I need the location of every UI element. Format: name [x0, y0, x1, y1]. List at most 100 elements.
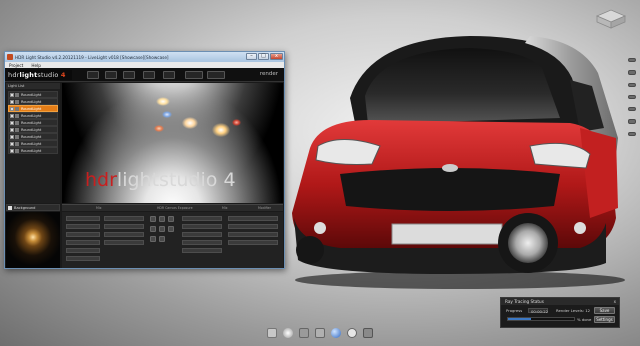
checkbox[interactable]	[10, 93, 14, 97]
film-strip-icon[interactable]	[185, 71, 203, 79]
light-swatch	[15, 121, 19, 125]
folder-icon[interactable]	[266, 328, 277, 338]
property-slider[interactable]	[104, 232, 144, 237]
checkbox[interactable]	[10, 107, 14, 111]
close-icon[interactable]: x	[614, 298, 616, 305]
property-slider[interactable]	[104, 240, 144, 245]
light-swatch	[15, 107, 19, 111]
light-properties-panel	[62, 212, 283, 268]
color-picker-icon[interactable]	[150, 216, 156, 222]
background-layer-row[interactable]: Background	[6, 204, 60, 211]
light-sources-icon[interactable]	[163, 71, 175, 79]
property-slider[interactable]	[182, 232, 222, 237]
maximize-button[interactable]: □	[258, 53, 269, 60]
property-field[interactable]	[66, 224, 100, 229]
menu-project[interactable]: Project	[9, 63, 23, 68]
progress-label: Progress	[506, 308, 523, 313]
property-field[interactable]	[66, 216, 100, 221]
close-button[interactable]: x	[270, 53, 283, 60]
lighting-icon[interactable]	[298, 328, 309, 338]
light-list-item[interactable]: RoundLight	[8, 119, 58, 126]
light-swatch	[15, 135, 19, 139]
split-view-icon[interactable]	[123, 71, 135, 79]
property-slider[interactable]	[182, 240, 222, 245]
minimize-button[interactable]: –	[246, 53, 257, 60]
car-render	[292, 36, 625, 289]
preset-icon[interactable]	[159, 216, 165, 222]
light-swatch	[15, 142, 19, 146]
checkbox[interactable]	[10, 149, 14, 153]
light-list-item[interactable]: RoundLight	[8, 140, 58, 147]
light-list-item[interactable]: RoundLight	[8, 91, 58, 98]
render-progress-bar	[507, 317, 575, 321]
canvas-controls-bar: Mix HDR Canvas Exposure Mix Modifier	[62, 204, 283, 211]
checkbox[interactable]	[10, 121, 14, 125]
settings-button[interactable]: Settings	[594, 316, 615, 323]
view-cube-icon[interactable]	[591, 4, 631, 30]
property-slider[interactable]	[104, 216, 144, 221]
ray-tracing-title[interactable]: Ray Tracing Status x	[501, 298, 619, 305]
blend-icon[interactable]	[168, 226, 174, 232]
checkbox[interactable]	[10, 142, 14, 146]
property-field[interactable]	[66, 240, 100, 245]
texture-icon[interactable]	[168, 216, 174, 222]
elapsed-time: 00:00:22	[531, 309, 549, 314]
render-icon[interactable]	[314, 328, 325, 338]
render-progress-fill	[508, 318, 532, 320]
light-spot[interactable]	[212, 123, 230, 137]
sphere-icon[interactable]	[330, 328, 341, 338]
elapsed-time-box: 00:00:22	[528, 308, 549, 314]
title-bar[interactable]: HDR Light Studio v4.2.20121119 - LiveLig…	[5, 52, 284, 62]
light-swatch	[15, 100, 19, 104]
checkbox[interactable]	[10, 100, 14, 104]
light-spot[interactable]	[154, 125, 164, 132]
property-field[interactable]	[228, 232, 278, 237]
property-field[interactable]	[228, 216, 278, 221]
light-swatch	[15, 114, 19, 118]
light-list-item-selected[interactable]: RoundLight	[8, 105, 58, 112]
canvas-view-icon[interactable]	[87, 71, 99, 79]
checkbox[interactable]	[10, 135, 14, 139]
light-list-item[interactable]: RoundLight	[8, 147, 58, 154]
property-slider[interactable]	[182, 216, 222, 221]
menu-help[interactable]: Help	[31, 63, 41, 68]
light-spot[interactable]	[182, 117, 198, 129]
light-spot[interactable]	[162, 111, 172, 118]
shape-icon[interactable]	[159, 226, 165, 232]
checkbox[interactable]	[8, 206, 12, 210]
gradient-icon[interactable]	[150, 226, 156, 232]
property-slider[interactable]	[182, 248, 222, 253]
light-swatch	[15, 93, 19, 97]
light-list-item[interactable]: RoundLight	[8, 112, 58, 119]
save-button[interactable]: Save	[594, 307, 615, 314]
light-spot[interactable]	[232, 119, 241, 126]
property-slider[interactable]	[182, 224, 222, 229]
hdr-light-studio-window: HDR Light Studio v4.2.20121119 - LiveLig…	[4, 51, 285, 269]
light-list-panel: Light List RoundLight RoundLight RoundLi…	[6, 83, 60, 203]
cursor-icon[interactable]	[362, 328, 373, 338]
property-field[interactable]	[66, 232, 100, 237]
property-slider[interactable]	[104, 224, 144, 229]
property-field[interactable]	[228, 240, 278, 245]
environment-icon[interactable]	[282, 328, 293, 338]
bottom-dock	[262, 326, 377, 340]
light-spot[interactable]	[156, 97, 170, 106]
property-field[interactable]	[228, 224, 278, 229]
sequence-icon[interactable]	[207, 71, 225, 79]
light-list-header: Light List	[6, 83, 60, 89]
render-label[interactable]: render	[260, 71, 278, 77]
light-list-item[interactable]: RoundLight	[8, 133, 58, 140]
hdr-canvas[interactable]: hdrlightstudio 4	[62, 83, 283, 203]
property-field[interactable]	[66, 256, 100, 261]
info-icon[interactable]	[346, 328, 357, 338]
checkbox[interactable]	[10, 128, 14, 132]
rotate-icon[interactable]	[150, 236, 156, 242]
checkbox[interactable]	[10, 114, 14, 118]
light-list-item[interactable]: RoundLight	[8, 126, 58, 133]
presets-icon[interactable]	[143, 71, 155, 79]
scale-icon[interactable]	[159, 236, 165, 242]
light-list-item[interactable]: RoundLight	[8, 98, 58, 105]
sphere-view-icon[interactable]	[105, 71, 117, 79]
property-field[interactable]	[66, 248, 100, 253]
toolbar: hdrlightstudio 4 render	[5, 68, 284, 82]
